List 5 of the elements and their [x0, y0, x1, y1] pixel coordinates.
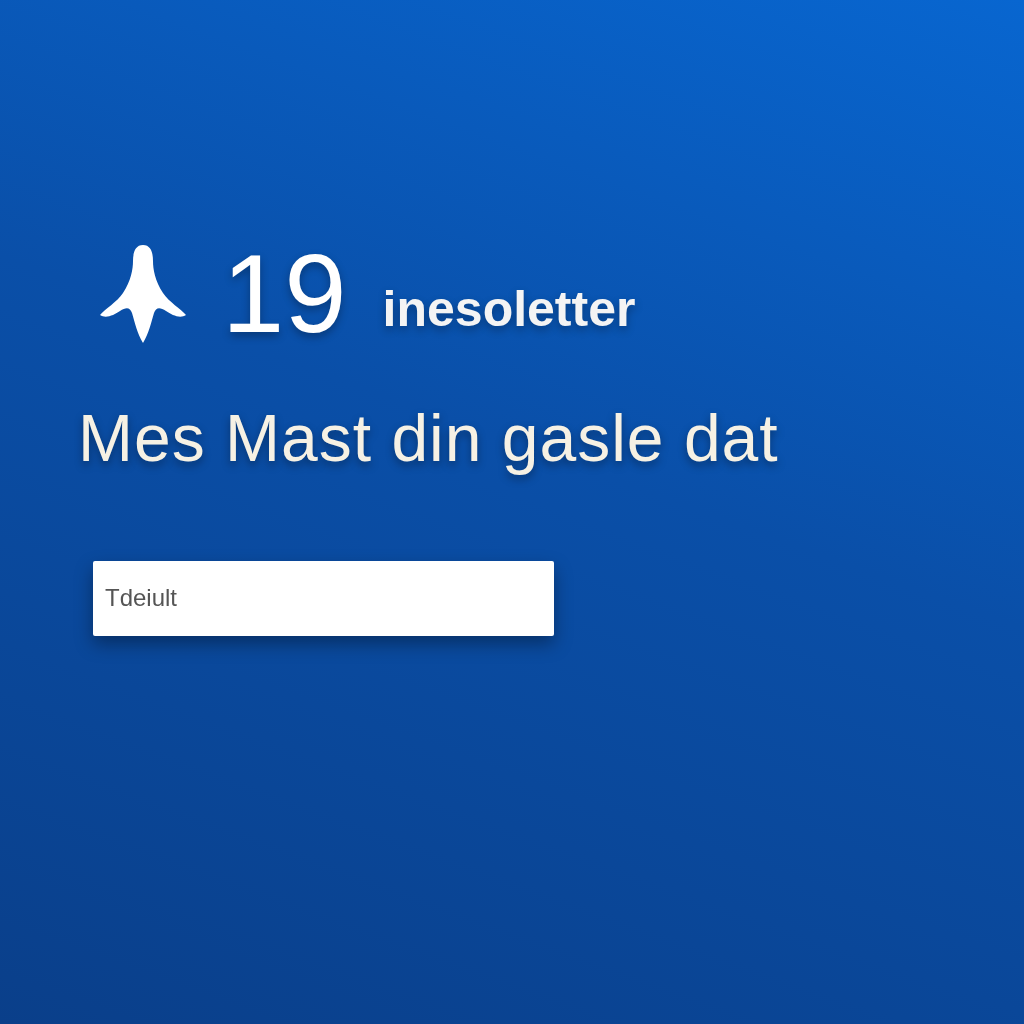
header-number: 19: [222, 238, 347, 350]
header-title: inesoletter: [382, 279, 636, 339]
figure-icon: [100, 245, 186, 343]
search-field[interactable]: Tdeiult: [93, 560, 554, 636]
headline: Mes Mast din gasle dat: [78, 402, 780, 475]
